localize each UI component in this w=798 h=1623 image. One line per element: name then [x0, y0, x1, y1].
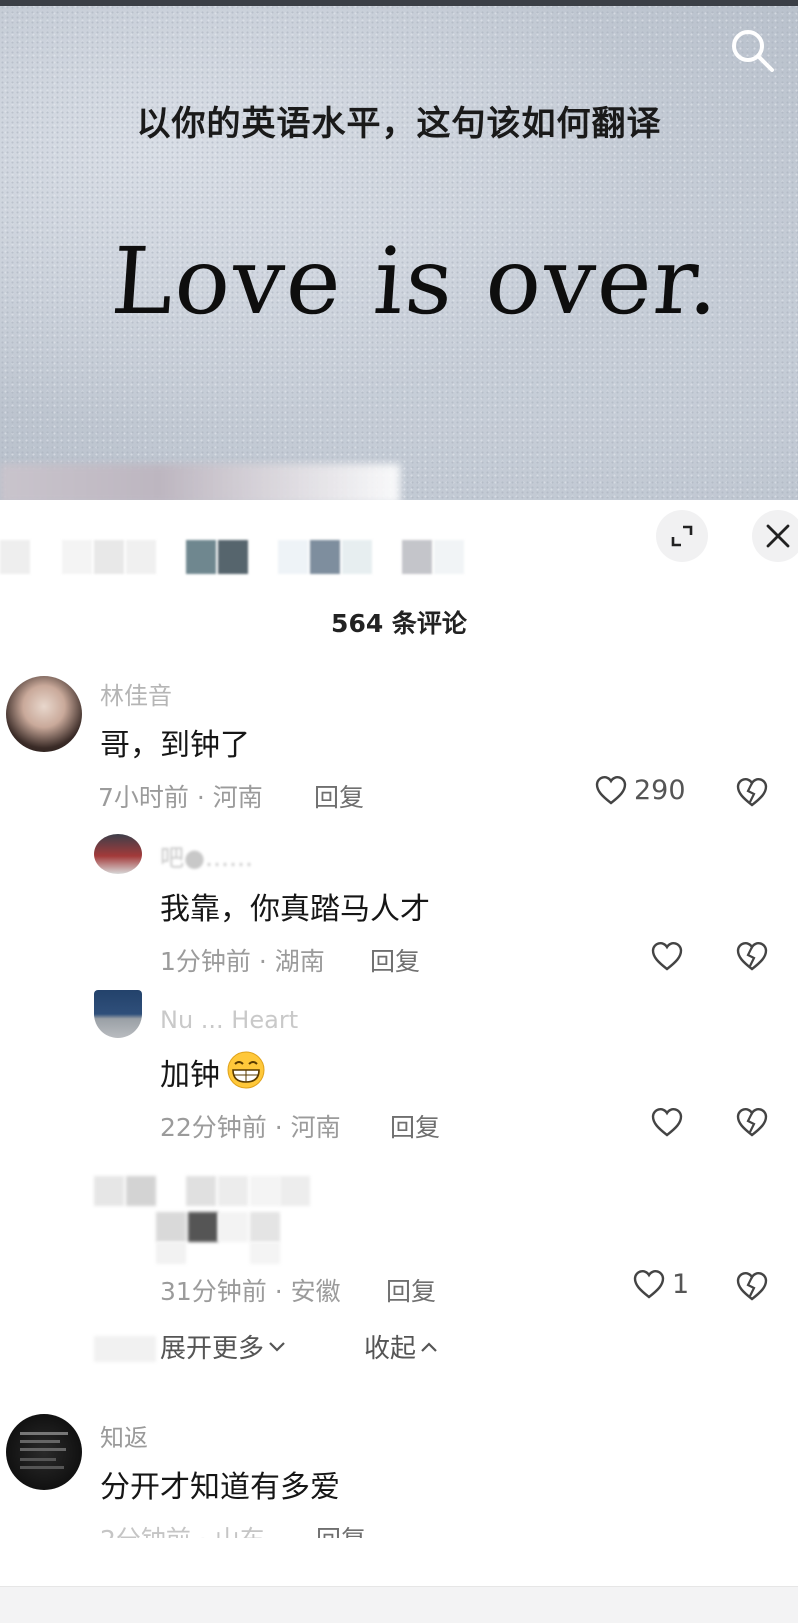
collapse-button[interactable]: 收起 [364, 1328, 438, 1365]
dislike-button[interactable] [734, 1106, 770, 1142]
reply-button[interactable]: 回复 [316, 1520, 366, 1538]
handwritten-text: Love is over. [108, 228, 725, 335]
like-button[interactable] [650, 1106, 684, 1138]
comment-count: 564 条评论 [331, 609, 467, 638]
comment-meta: 7小时前 · 河南 [98, 783, 263, 812]
avatar[interactable] [94, 834, 142, 874]
video-caption: 以你的英语水平，这句该如何翻译 [136, 104, 662, 144]
collapse-label: 收起 [364, 1334, 417, 1364]
search-icon[interactable] [726, 24, 778, 76]
like-button[interactable]: 290 [594, 774, 686, 806]
blurred-username [280, 1176, 310, 1206]
comment-meta: 2分钟前 · 山东 [100, 1520, 265, 1538]
like-button[interactable]: 1 [632, 1268, 689, 1300]
status-strip [0, 0, 798, 6]
close-button[interactable] [752, 510, 798, 562]
dislike-button[interactable] [734, 1270, 770, 1306]
avatar[interactable] [6, 676, 82, 752]
reply-button[interactable]: 回复 [370, 942, 420, 978]
comment-text: 加钟 [160, 1058, 220, 1093]
progress-shadow [0, 464, 400, 500]
comment-meta: 22分钟前 · 河南 [160, 1113, 341, 1142]
blurred-username [186, 1176, 216, 1206]
like-count: 1 [672, 1268, 690, 1300]
reply-button[interactable]: 回复 [386, 1272, 436, 1308]
chevron-down-icon [269, 1341, 285, 1352]
comment-sheet [0, 500, 798, 1622]
like-count: 290 [634, 774, 686, 806]
blurred-avatar [94, 1176, 124, 1206]
comment-text: 我靠，你真踏马人才 [160, 892, 430, 927]
comment-meta: 31分钟前 · 安徽 [160, 1277, 341, 1306]
expand-icon [671, 525, 693, 547]
expand-button[interactable] [656, 510, 708, 562]
dislike-button[interactable] [734, 776, 770, 812]
blurred-username [250, 1176, 280, 1206]
like-button[interactable] [650, 940, 684, 972]
blurred-comment-text [156, 1212, 186, 1242]
grinning-emoji-icon [224, 1050, 268, 1094]
comment-input-bar[interactable] [0, 1586, 798, 1623]
close-icon [766, 524, 790, 548]
expand-more-button[interactable]: 展开更多 [160, 1328, 286, 1365]
blurred-comment-text [250, 1212, 280, 1242]
blurred-avatar [126, 1176, 156, 1206]
video-frame[interactable]: 以你的英语水平，这句该如何翻译 Love is over. [0, 0, 798, 500]
comment-text: 哥，到钟了 [100, 728, 250, 763]
heart-icon [595, 776, 627, 805]
broken-heart-icon [736, 1108, 768, 1137]
broken-heart-icon [736, 942, 768, 971]
blurred-comment-text [188, 1212, 218, 1242]
blurred-comment-text [250, 1242, 280, 1264]
comment-username[interactable]: 吧●…… [160, 838, 253, 873]
blurred-comment-text [156, 1242, 186, 1264]
blurred-username [218, 1176, 248, 1206]
heart-icon [633, 1270, 665, 1299]
expand-more-label: 展开更多 [160, 1334, 265, 1364]
blurred-divider [94, 1336, 156, 1362]
heart-icon [651, 1108, 683, 1137]
broken-heart-icon [736, 1272, 768, 1301]
comment-meta: 1分钟前 · 湖南 [160, 947, 325, 976]
reply-button[interactable]: 回复 [314, 778, 364, 814]
blurred-comment-text [218, 1212, 248, 1242]
comment-text: 分开才知道有多爱 [100, 1470, 340, 1505]
dislike-button[interactable] [734, 940, 770, 976]
avatar[interactable] [6, 1414, 82, 1490]
comment-username[interactable]: Nu ... Heart [160, 1006, 298, 1034]
reply-button[interactable]: 回复 [390, 1108, 440, 1144]
chevron-up-icon [421, 1341, 437, 1352]
comment-username[interactable]: 林佳音 [100, 676, 172, 711]
comment-username[interactable]: 知返 [100, 1418, 148, 1453]
heart-icon [651, 942, 683, 971]
avatar[interactable] [94, 990, 142, 1038]
broken-heart-icon [736, 778, 768, 807]
